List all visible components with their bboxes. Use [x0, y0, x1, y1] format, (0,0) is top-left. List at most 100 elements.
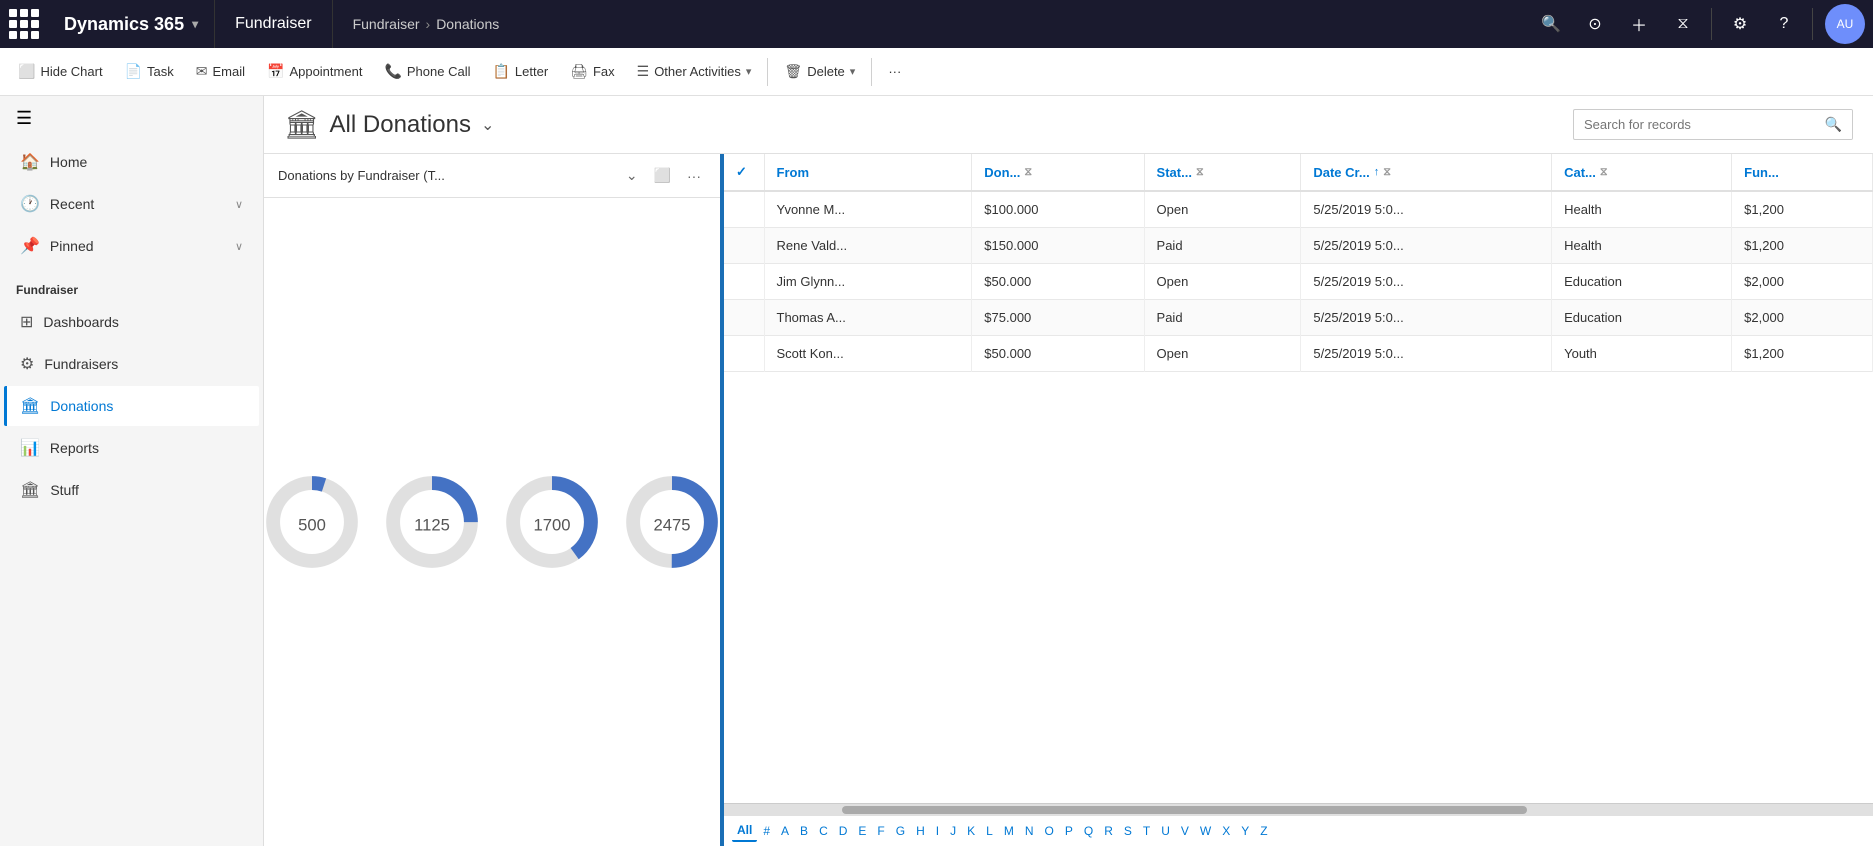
sidebar-item-home[interactable]: 🏠 Home [4, 142, 259, 182]
appointment-button[interactable]: 📅 Appointment [257, 57, 372, 86]
plus-icon[interactable]: ＋ [1619, 4, 1659, 44]
alpha-btn-r[interactable]: R [1099, 821, 1118, 841]
horizontal-scrollbar[interactable] [724, 803, 1873, 815]
alpha-btn-d[interactable]: D [834, 821, 853, 841]
chart-more-button[interactable]: ··· [682, 165, 706, 187]
col-category[interactable]: Cat... ⧖ [1552, 154, 1732, 191]
sidebar-item-pinned[interactable]: 📌 Pinned ∨ [4, 226, 259, 266]
alpha-btn-m[interactable]: M [999, 821, 1019, 841]
svg-text:2475: 2475 [653, 515, 690, 534]
alpha-btn-e[interactable]: E [853, 821, 871, 841]
search-input[interactable] [1574, 111, 1815, 138]
alpha-btn-w[interactable]: W [1195, 821, 1216, 841]
alpha-btn-s[interactable]: S [1119, 821, 1137, 841]
col-status[interactable]: Stat... ⧖ [1144, 154, 1301, 191]
row-check[interactable] [724, 300, 764, 336]
row-check[interactable] [724, 336, 764, 372]
alpha-btn-g[interactable]: G [891, 821, 910, 841]
col-fundraiser[interactable]: Fun... [1732, 154, 1873, 191]
other-activities-button[interactable]: ☰ Other Activities ▾ [627, 57, 762, 86]
alpha-btn-n[interactable]: N [1020, 821, 1039, 841]
alpha-btn-q[interactable]: Q [1079, 821, 1098, 841]
sidebar-item-recent[interactable]: 🕐 Recent ∨ [4, 184, 259, 224]
col-from-label: From [777, 165, 810, 180]
reports-icon: 📊 [20, 438, 40, 458]
gear-icon[interactable]: ⚙ [1720, 4, 1760, 44]
sidebar-recent-label: Recent [50, 196, 94, 212]
alpha-btn-f[interactable]: F [872, 821, 889, 841]
chart-expand-button[interactable]: ⬜ [649, 164, 676, 187]
table-row[interactable]: Yvonne M... $100.000 Open 5/25/2019 5:0.… [724, 191, 1873, 228]
search-icon[interactable]: 🔍 [1531, 4, 1571, 44]
brand-title[interactable]: Dynamics 365 ▾ [48, 0, 215, 48]
settings-alt-icon[interactable]: ⊙ [1575, 4, 1615, 44]
col-from[interactable]: From [764, 154, 972, 191]
row-check[interactable] [724, 191, 764, 228]
table-row[interactable]: Rene Vald... $150.000 Paid 5/25/2019 5:0… [724, 228, 1873, 264]
table-row[interactable]: Thomas A... $75.000 Paid 5/25/2019 5:0..… [724, 300, 1873, 336]
col-date[interactable]: Date Cr... ↑ ⧖ [1301, 154, 1552, 191]
donut-svg-1700: 1700 [502, 472, 602, 572]
col-donation[interactable]: Don... ⧖ [972, 154, 1144, 191]
alpha-btn-#[interactable]: # [758, 821, 775, 841]
alpha-btn-v[interactable]: V [1176, 821, 1194, 841]
alpha-btn-c[interactable]: C [814, 821, 833, 841]
sidebar-item-donations[interactable]: 🏛 Donations [4, 386, 259, 426]
sidebar-item-reports[interactable]: 📊 Reports [4, 428, 259, 468]
cell-donation: $100.000 [972, 191, 1144, 228]
delete-button[interactable]: 🗑 Delete ▾ [774, 57, 865, 86]
alpha-btn-h[interactable]: H [911, 821, 930, 841]
alpha-btn-p[interactable]: P [1060, 821, 1078, 841]
avatar[interactable]: AU [1825, 4, 1865, 44]
sidebar-reports-label: Reports [50, 440, 99, 456]
row-check[interactable] [724, 228, 764, 264]
search-button[interactable]: 🔍 [1815, 110, 1852, 139]
table-row[interactable]: Scott Kon... $50.000 Open 5/25/2019 5:0.… [724, 336, 1873, 372]
alpha-btn-x[interactable]: X [1217, 821, 1235, 841]
alpha-btn-j[interactable]: J [945, 821, 961, 841]
toolbar: ⬜ Hide Chart 📄 Task ✉ Email 📅 Appointmen… [0, 48, 1873, 96]
task-label: Task [147, 64, 174, 79]
delete-icon: 🗑 [784, 63, 802, 80]
sidebar-item-dashboards[interactable]: ⊞ Dashboards [4, 302, 259, 342]
alpha-btn-all[interactable]: All [732, 820, 757, 842]
alpha-btn-i[interactable]: I [931, 821, 944, 841]
sidebar-item-fundraisers[interactable]: ⚙ Fundraisers [4, 344, 259, 384]
phone-icon: 📞 [384, 63, 401, 80]
apps-button[interactable] [0, 0, 48, 48]
col-status-label: Stat... [1157, 165, 1192, 180]
alpha-btn-l[interactable]: L [981, 821, 998, 841]
cell-date: 5/25/2019 5:0... [1301, 191, 1552, 228]
alpha-btn-b[interactable]: B [795, 821, 813, 841]
help-icon[interactable]: ? [1764, 4, 1804, 44]
sidebar-home-label: Home [50, 154, 87, 170]
more-button[interactable]: ··· [878, 58, 911, 85]
filter-icon[interactable]: ⧖ [1663, 4, 1703, 44]
row-check[interactable] [724, 264, 764, 300]
page-title-dropdown[interactable]: ⌄ [481, 115, 494, 135]
table-row[interactable]: Jim Glynn... $50.000 Open 5/25/2019 5:0.… [724, 264, 1873, 300]
email-button[interactable]: ✉ Email [186, 57, 255, 86]
sidebar-item-stuff[interactable]: 🏛 Stuff [4, 470, 259, 510]
alpha-btn-o[interactable]: O [1040, 821, 1059, 841]
sidebar-donations-label: Donations [50, 398, 113, 414]
alpha-btn-u[interactable]: U [1156, 821, 1175, 841]
alpha-btn-a[interactable]: A [776, 821, 794, 841]
alpha-btn-k[interactable]: K [962, 821, 980, 841]
letter-button[interactable]: 📋 Letter [482, 57, 558, 86]
hamburger-button[interactable]: ☰ [0, 96, 263, 141]
fax-button[interactable]: 🖨 Fax [560, 57, 624, 86]
chart-dropdown-button[interactable]: ⌄ [621, 164, 643, 187]
col-check[interactable]: ✓ [724, 154, 764, 191]
task-button[interactable]: 📄 Task [115, 57, 184, 86]
breadcrumb-fundraiser: Fundraiser [353, 16, 420, 32]
alpha-btn-z[interactable]: Z [1255, 821, 1272, 841]
brand-label: Dynamics 365 [64, 14, 184, 35]
cell-from: Rene Vald... [764, 228, 972, 264]
donut-1125: 1125 [382, 472, 482, 572]
alpha-btn-y[interactable]: Y [1236, 821, 1254, 841]
cell-fundraiser: $2,000 [1732, 264, 1873, 300]
phone-call-button[interactable]: 📞 Phone Call [374, 57, 480, 86]
alpha-btn-t[interactable]: T [1138, 821, 1155, 841]
hide-chart-button[interactable]: ⬜ Hide Chart [8, 57, 113, 86]
